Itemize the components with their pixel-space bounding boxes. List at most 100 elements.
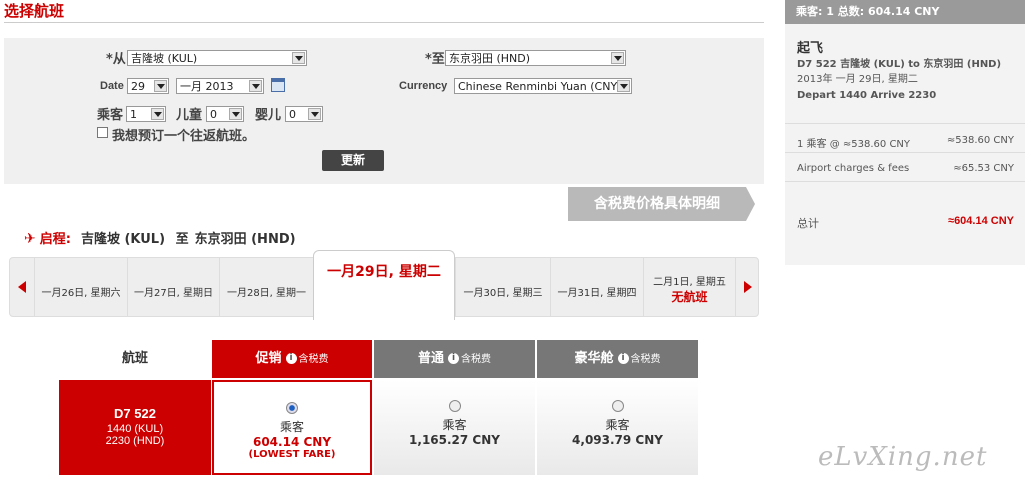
summary-fees-label: Airport charges & fees — [797, 163, 910, 174]
date-label: Date — [100, 80, 124, 92]
infant-value: 0 — [289, 108, 296, 121]
date-day-value: 29 — [131, 80, 145, 93]
watermark: eLvXing.net — [818, 442, 988, 472]
summary-header: 乘客: 1 总数: 604.14 CNY — [785, 0, 1025, 24]
from-label: *从 — [106, 52, 126, 67]
child-value: 0 — [210, 108, 217, 121]
fare-option-normal[interactable]: 乘客 1,165.27 CNY — [374, 380, 535, 475]
flight-column-header: 航班 — [59, 340, 211, 378]
date-tab[interactable]: 一月28日, 星期一 — [219, 258, 313, 316]
child-label: 儿童 — [176, 108, 203, 123]
date-tab-label: 二月1日, 星期五 — [653, 277, 726, 288]
adult-value: 1 — [130, 108, 137, 121]
from-select[interactable]: 吉隆坡 (KUL) — [127, 50, 307, 66]
tax-note: 含税费 — [461, 354, 491, 365]
no-flight-note: 无航班 — [671, 290, 708, 304]
fare-option-promo[interactable]: 乘客 604.14 CNY (LOWEST FARE) — [212, 380, 372, 475]
child-select[interactable]: 0 — [206, 106, 244, 122]
summary-pax-line: 1 乘客 @ ≈538.60 CNY — [797, 139, 911, 150]
fare-radio[interactable] — [611, 400, 624, 412]
promo-header-label: 促销 — [255, 351, 282, 366]
luxury-header-label: 豪华舱 — [574, 351, 614, 366]
next-dates-arrow-icon[interactable] — [735, 257, 759, 317]
currency-label: Currency — [399, 80, 448, 92]
flight-arrive: 2230 (HND) — [105, 435, 165, 447]
to-label: *至 — [425, 52, 445, 67]
summary-total-label: 总计 — [797, 217, 819, 230]
summary-flight-line: D7 522 吉隆坡 (KUL) to 东京羽田 (HND) — [797, 59, 1002, 70]
fare-pax-label: 乘客 — [442, 418, 467, 432]
infant-select[interactable]: 0 — [285, 106, 323, 122]
flight-number: D7 522 — [114, 406, 156, 421]
luxury-column-header: 豪华舱 i 含税费 — [537, 340, 698, 378]
prev-dates-arrow-icon[interactable] — [10, 257, 34, 317]
date-tab[interactable]: 一月30日, 星期三 — [455, 258, 550, 316]
currency-value: Chinese Renminbi Yuan (CNY) — [458, 80, 622, 93]
fare-price: 1,165.27 CNY — [409, 433, 500, 447]
chevron-down-icon — [151, 108, 164, 120]
fare-radio-selected[interactable] — [286, 402, 298, 414]
chevron-down-icon — [229, 108, 242, 120]
chevron-down-icon — [249, 80, 262, 92]
to-value: 东京羽田 (HND) — [449, 52, 531, 65]
infant-label: 婴儿 — [255, 108, 282, 123]
summary-divider — [785, 181, 1025, 182]
title-divider — [4, 22, 764, 23]
tax-detail-button[interactable]: 含税费价格具体明细 — [568, 187, 746, 221]
summary-total-value: ≈604.14 CNY — [948, 215, 1014, 227]
date-tab[interactable]: 一月26日, 星期六 — [34, 258, 127, 316]
summary-divider — [785, 123, 1025, 124]
date-day-select[interactable]: 29 — [127, 78, 169, 94]
to-select[interactable]: 东京羽田 (HND) — [445, 50, 626, 66]
tax-note: 含税费 — [298, 354, 329, 365]
date-tab[interactable]: 二月1日, 星期五 无航班 — [643, 258, 735, 316]
adult-label: 乘客 — [97, 108, 124, 123]
fare-price: 604.14 CNY — [252, 435, 332, 449]
tax-note: 含税费 — [630, 354, 661, 365]
return-label: 我想预订一个往返航班。 — [112, 129, 256, 144]
adult-select[interactable]: 1 — [126, 106, 166, 122]
flight-info-cell: D7 522 1440 (KUL) 2230 (HND) — [59, 380, 211, 475]
update-button[interactable]: 更新 — [322, 150, 384, 171]
chevron-down-icon — [308, 108, 321, 120]
fare-pax-label: 乘客 — [279, 420, 304, 434]
date-tab-selected[interactable]: 一月29日, 星期二 — [313, 250, 455, 320]
fare-radio[interactable] — [448, 400, 461, 412]
info-icon[interactable]: i — [617, 353, 629, 364]
chevron-down-icon — [611, 52, 624, 64]
summary-times: Depart 1440 Arrive 2230 — [797, 90, 937, 101]
summary-date: 2013年 一月 29日, 星期二 — [797, 74, 918, 85]
tax-detail-button-arrow — [746, 187, 755, 221]
promo-column-header: 促销 i 含税费 — [212, 340, 372, 378]
chevron-down-icon — [617, 80, 630, 92]
date-month-select[interactable]: 一月 2013 — [176, 78, 264, 94]
page-title: 选择航班 — [4, 2, 65, 20]
summary-section-title: 起飞 — [797, 41, 824, 56]
depart-label: 启程: — [39, 232, 71, 247]
return-checkbox[interactable] — [97, 127, 108, 138]
route-from: 吉隆坡 (KUL) — [80, 232, 166, 247]
date-tab[interactable]: 一月31日, 星期四 — [550, 258, 643, 316]
fare-pax-label: 乘客 — [605, 418, 630, 432]
fare-option-luxury[interactable]: 乘客 4,093.79 CNY — [537, 380, 698, 475]
summary-pax-total: ≈538.60 CNY — [946, 135, 1014, 146]
info-icon[interactable]: i — [285, 353, 297, 364]
currency-select[interactable]: Chinese Renminbi Yuan (CNY) — [454, 78, 632, 94]
date-tab[interactable]: 一月27日, 星期日 — [127, 258, 219, 316]
route-heading: ✈ 启程: 吉隆坡 (KUL) 至东京羽田 (HND) — [24, 228, 296, 247]
fare-price: 4,093.79 CNY — [572, 433, 663, 447]
flight-depart: 1440 (KUL) — [106, 423, 164, 435]
chevron-down-icon — [154, 80, 167, 92]
chevron-down-icon — [292, 52, 305, 64]
info-icon[interactable]: i — [448, 353, 459, 364]
summary-divider — [785, 152, 1025, 153]
summary-fees-value: ≈65.53 CNY — [953, 163, 1014, 174]
date-month-value: 一月 2013 — [180, 80, 234, 93]
plane-icon: ✈ — [24, 231, 36, 247]
from-value: 吉隆坡 (KUL) — [131, 52, 198, 65]
lowest-fare-badge: (LOWEST FARE) — [248, 449, 336, 460]
normal-column-header: 普通 i 含税费 — [374, 340, 535, 378]
calendar-icon[interactable] — [271, 78, 285, 92]
normal-header-label: 普通 — [417, 351, 444, 366]
route-to: 东京羽田 (HND) — [194, 232, 296, 247]
